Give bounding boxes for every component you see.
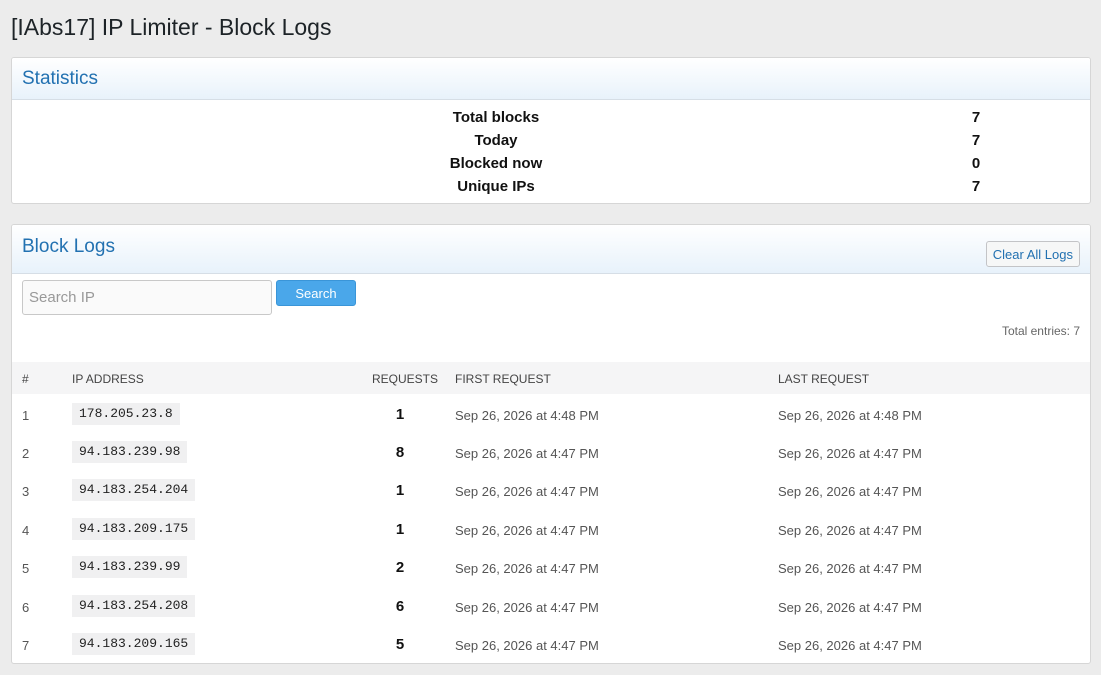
column-header-number[interactable]: # [22,372,29,386]
column-header-ip-address[interactable]: IP ADDRESS [72,372,144,386]
ip-address: 94.183.209.175 [72,518,196,540]
last-request: Sep 26, 2026 at 4:47 PM [778,561,922,576]
stat-row-total-blocks: Total blocks 7 [12,109,1090,132]
table-row: 7 94.183.209.165 5 Sep 26, 2026 at 4:47 … [12,626,1090,663]
request-count: 6 [395,598,405,615]
search-button[interactable]: Search [276,280,356,306]
last-request: Sep 26, 2026 at 4:47 PM [778,446,922,461]
statistics-header: Statistics [12,58,1090,100]
first-request: Sep 26, 2026 at 4:47 PM [455,561,599,576]
request-count: 5 [395,636,405,653]
first-request: Sep 26, 2026 at 4:47 PM [455,484,599,499]
ip-address: 94.183.239.99 [72,556,188,578]
stat-value: 7 [971,109,981,126]
row-number: 3 [22,484,30,499]
ip-address: 94.183.254.208 [72,595,196,617]
first-request: Sep 26, 2026 at 4:47 PM [455,523,599,538]
stat-row-blocked-now: Blocked now 0 [12,155,1090,178]
first-request: Sep 26, 2026 at 4:47 PM [455,446,599,461]
block-logs-title: Block Logs [22,236,115,257]
request-count: 1 [395,406,405,423]
last-request: Sep 26, 2026 at 4:48 PM [778,408,922,423]
column-header-requests[interactable]: REQUESTS [372,372,438,386]
request-count: 8 [395,444,405,461]
block-logs-panel: Block Logs Clear All Logs Search Total e… [11,224,1091,664]
table-row: 3 94.183.254.204 1 Sep 26, 2026 at 4:47 … [12,472,1090,510]
clear-all-logs-button[interactable]: Clear All Logs [985,241,1080,267]
first-request: Sep 26, 2026 at 4:48 PM [455,408,599,423]
ip-address: 94.183.239.98 [72,441,188,463]
block-logs-header: Block Logs Clear All Logs [12,225,1090,274]
stat-label: Total blocks [452,109,540,126]
row-number: 7 [22,638,30,653]
statistics-panel: Statistics Total blocks 7 Today 7 Blocke… [11,57,1091,204]
table-row: 4 94.183.209.175 1 Sep 26, 2026 at 4:47 … [12,511,1090,549]
stat-label: Blocked now [449,155,543,172]
stat-label: Unique IPs [457,178,535,195]
column-header-first-request[interactable]: FIRST REQUEST [455,372,551,386]
last-request: Sep 26, 2026 at 4:47 PM [778,638,922,653]
ip-address: 178.205.23.8 [72,403,180,425]
ip-address: 94.183.209.165 [72,633,196,655]
stat-value: 7 [971,178,981,195]
ip-address: 94.183.254.204 [72,479,196,501]
table-row: 2 94.183.239.98 8 Sep 26, 2026 at 4:47 P… [12,434,1090,472]
row-number: 6 [22,600,30,615]
table-row: 6 94.183.254.208 6 Sep 26, 2026 at 4:47 … [12,588,1090,626]
search-ip-input[interactable] [22,280,272,315]
last-request: Sep 26, 2026 at 4:47 PM [778,484,922,499]
request-count: 1 [395,482,405,499]
last-request: Sep 26, 2026 at 4:47 PM [778,523,922,538]
total-entries: Total entries: 7 [1001,324,1080,338]
table-header: # IP ADDRESS REQUESTS FIRST REQUEST LAST… [12,362,1090,394]
stat-value: 7 [971,132,981,149]
last-request: Sep 26, 2026 at 4:47 PM [778,600,922,615]
column-header-last-request[interactable]: LAST REQUEST [778,372,869,386]
row-number: 5 [22,561,30,576]
row-number: 1 [22,408,30,423]
request-count: 1 [395,521,405,538]
page-title: [IAbs17] IP Limiter - Block Logs [11,14,332,40]
row-number: 4 [22,523,30,538]
row-number: 2 [22,446,30,461]
first-request: Sep 26, 2026 at 4:47 PM [455,638,599,653]
request-count: 2 [395,559,405,576]
stat-value: 0 [971,155,981,172]
stat-row-unique-ips: Unique IPs 7 [12,178,1090,201]
statistics-title: Statistics [22,68,99,89]
first-request: Sep 26, 2026 at 4:47 PM [455,600,599,615]
table-row: 1 178.205.23.8 1 Sep 26, 2026 at 4:48 PM… [12,396,1090,434]
table-row: 5 94.183.239.99 2 Sep 26, 2026 at 4:47 P… [12,549,1090,587]
stat-row-today: Today 7 [12,132,1090,155]
stat-label: Today [474,132,518,149]
